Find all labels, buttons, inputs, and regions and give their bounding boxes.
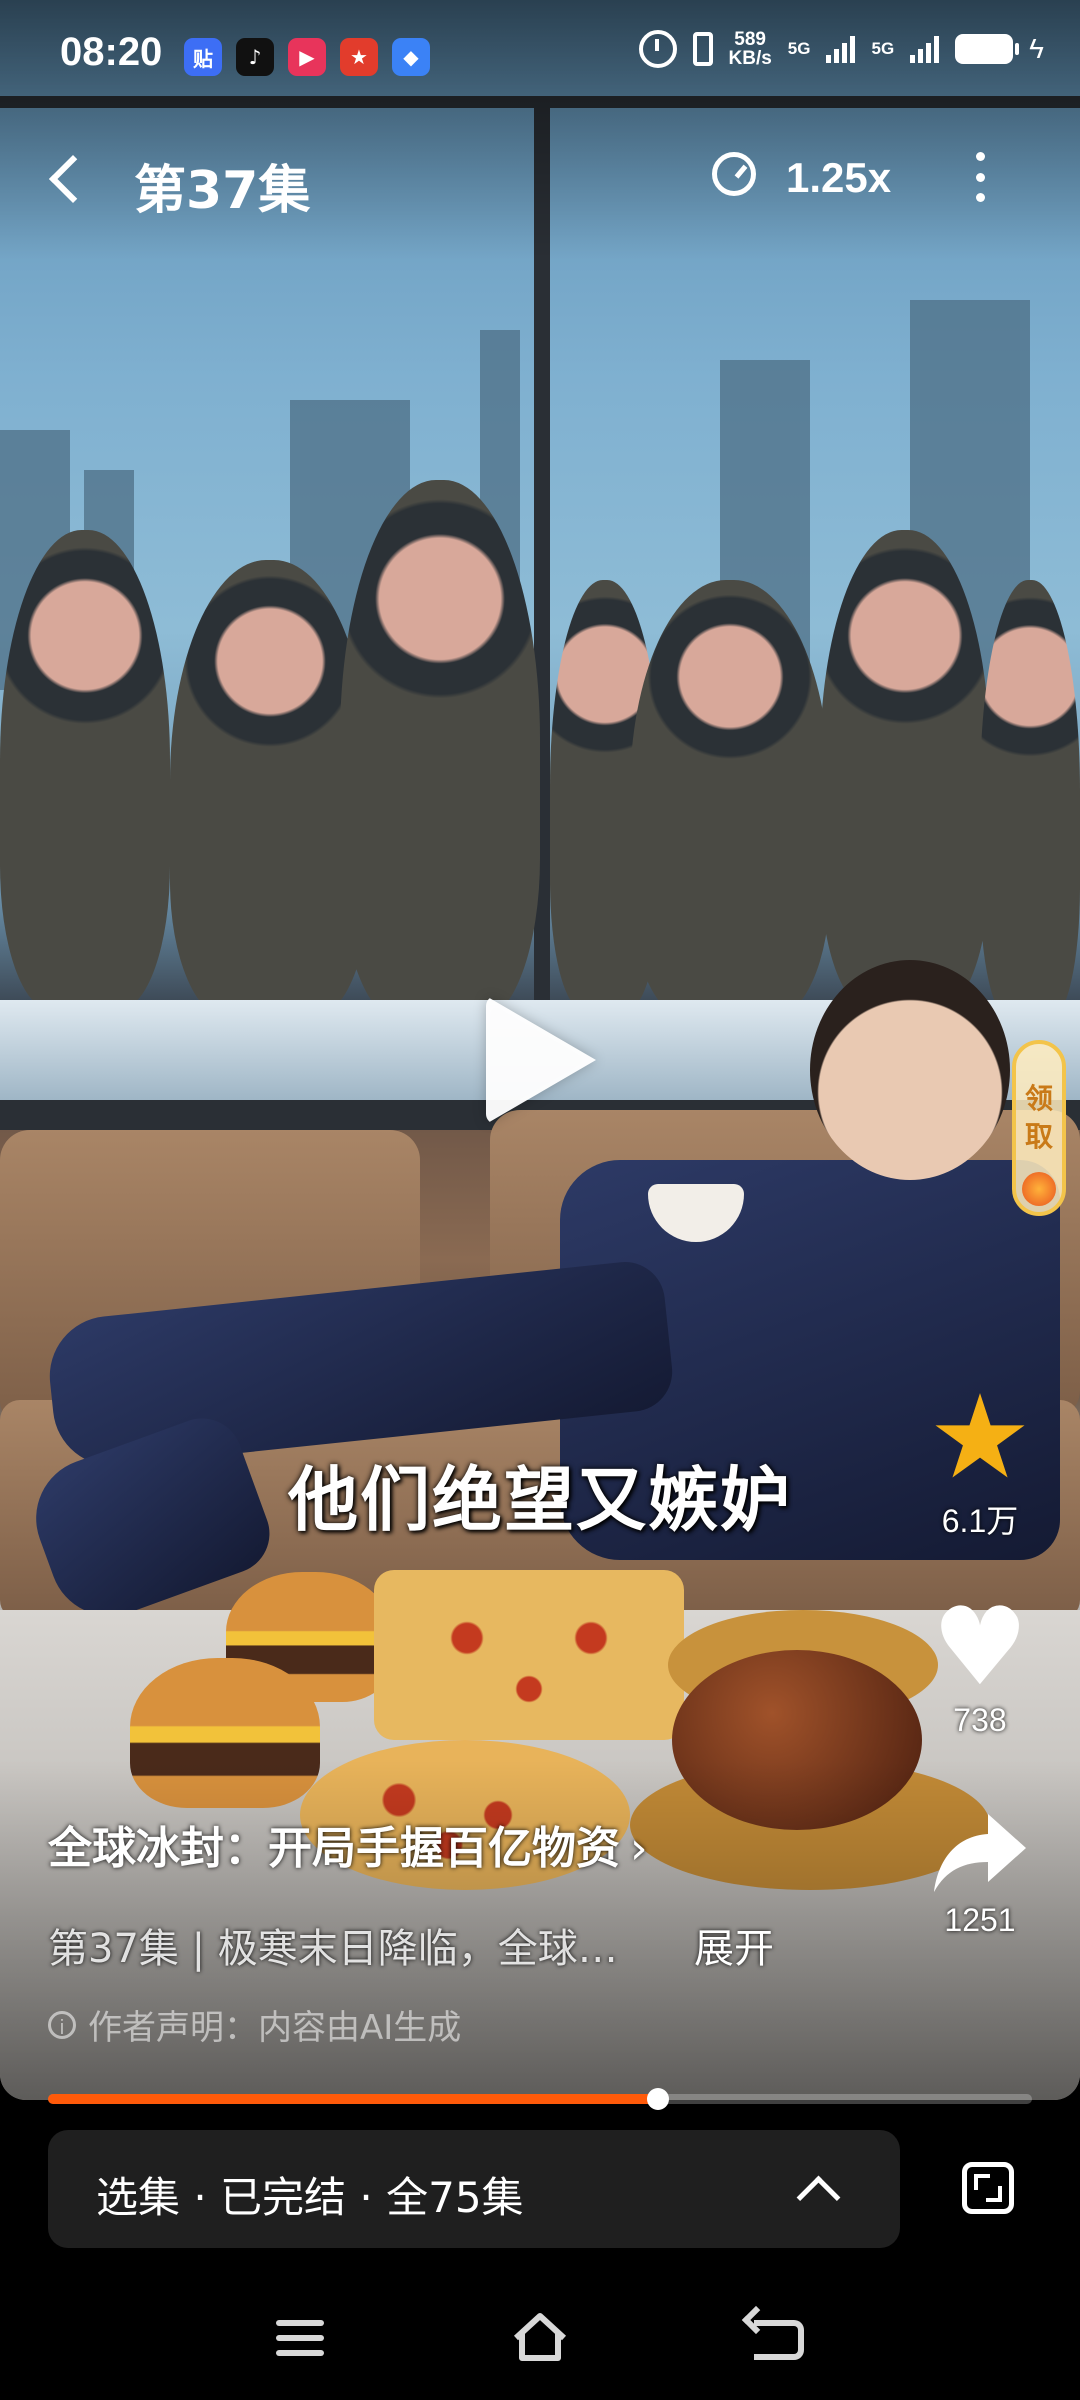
signal-icon <box>910 35 940 63</box>
progress-fill <box>48 2094 659 2104</box>
video-app-icon: ▶ <box>288 38 326 76</box>
charging-icon: ϟ <box>1029 33 1044 64</box>
alarm-icon <box>638 30 677 68</box>
crowd-person <box>820 530 990 1010</box>
share-icon <box>934 1814 1026 1892</box>
info-icon: i <box>48 2010 76 2039</box>
episode-selector-button[interactable]: 选集 · 已完结 · 全75集 <box>48 2130 900 2248</box>
status-bar: 08:20 贴 ♪ ▶ ★ ◆ 589 KB/s 5G 5G ϟ <box>0 0 1080 112</box>
chevron-right-icon: › <box>630 1823 648 1874</box>
share-button[interactable]: 1251 <box>920 1808 1040 1939</box>
game-app-icon: ★ <box>340 38 378 76</box>
network-speed-value: 589 <box>734 29 766 50</box>
network-type-2: 5G <box>871 39 895 58</box>
player-top-bar: 第37集 1.25x <box>0 140 1080 230</box>
status-indicators: 589 KB/s 5G 5G ϟ <box>638 30 1044 68</box>
progress-thumb[interactable] <box>647 2088 670 2110</box>
recent-apps-icon[interactable] <box>276 2320 324 2356</box>
show-title-link[interactable]: 全球冰封：开局手握百亿物资 › <box>48 1812 648 1876</box>
notification-icons: 贴 ♪ ▶ ★ ◆ <box>184 38 430 76</box>
browser-app-icon: ◆ <box>392 38 430 76</box>
crowd-person <box>0 530 170 1010</box>
expand-button[interactable]: 展开 <box>694 1916 774 1974</box>
crowd-person <box>340 480 540 1020</box>
signal-icon <box>826 35 856 63</box>
network-speed-unit: KB/s <box>728 48 772 69</box>
video-subtitle: 他们绝望又嫉妒 <box>288 1459 792 1541</box>
progress-bar[interactable] <box>48 2088 1032 2110</box>
status-time: 08:20 <box>60 30 163 74</box>
tiktok-icon: ♪ <box>236 38 274 76</box>
crowd-person <box>980 580 1080 1020</box>
tieba-icon: 贴 <box>184 38 222 76</box>
episode-title: 第37集 <box>134 161 311 221</box>
fullscreen-icon[interactable] <box>962 2162 1014 2214</box>
playback-speed-label[interactable]: 1.25x <box>786 154 891 202</box>
vibrate-icon <box>692 32 713 66</box>
heart-icon: ♥ <box>931 1585 1029 1710</box>
chevron-up-icon <box>796 2175 841 2220</box>
back-nav-icon[interactable] <box>754 2320 804 2360</box>
star-icon: ★ <box>928 1370 1032 1505</box>
show-title: 全球冰封：开局手握百亿物资 <box>48 1823 620 1874</box>
system-navigation-bar <box>0 2290 1080 2400</box>
reward-label: 领取 <box>1024 1082 1053 1153</box>
playback-speed-icon[interactable] <box>712 152 756 196</box>
home-icon[interactable] <box>512 2312 568 2362</box>
crowd-person <box>630 580 830 1020</box>
share-count: 1251 <box>944 1902 1016 1938</box>
favorite-button[interactable]: ★ 6.1万 <box>920 1380 1040 1542</box>
pizza <box>374 1570 684 1740</box>
man-head <box>810 960 1010 1180</box>
ai-notice-text: 作者声明：内容由AI生成 <box>88 2008 462 2048</box>
episode-description: 第37集 | 极寒末日降临，全球… <box>48 1926 618 1972</box>
more-icon[interactable] <box>976 152 986 202</box>
network-speed: 589 KB/s <box>729 30 772 68</box>
back-icon[interactable] <box>48 154 98 204</box>
reward-button[interactable]: 领取 <box>1012 1040 1066 1216</box>
ai-notice: i 作者声明：内容由AI生成 <box>48 2000 461 2049</box>
coin-icon <box>1022 1172 1056 1206</box>
episode-selector-label: 选集 · 已完结 · 全75集 <box>96 2173 524 2222</box>
battery-icon <box>955 34 1020 64</box>
network-type-1: 5G <box>787 39 811 58</box>
play-icon[interactable] <box>486 996 596 1124</box>
like-button[interactable]: ♥ 738 <box>920 1594 1040 1739</box>
